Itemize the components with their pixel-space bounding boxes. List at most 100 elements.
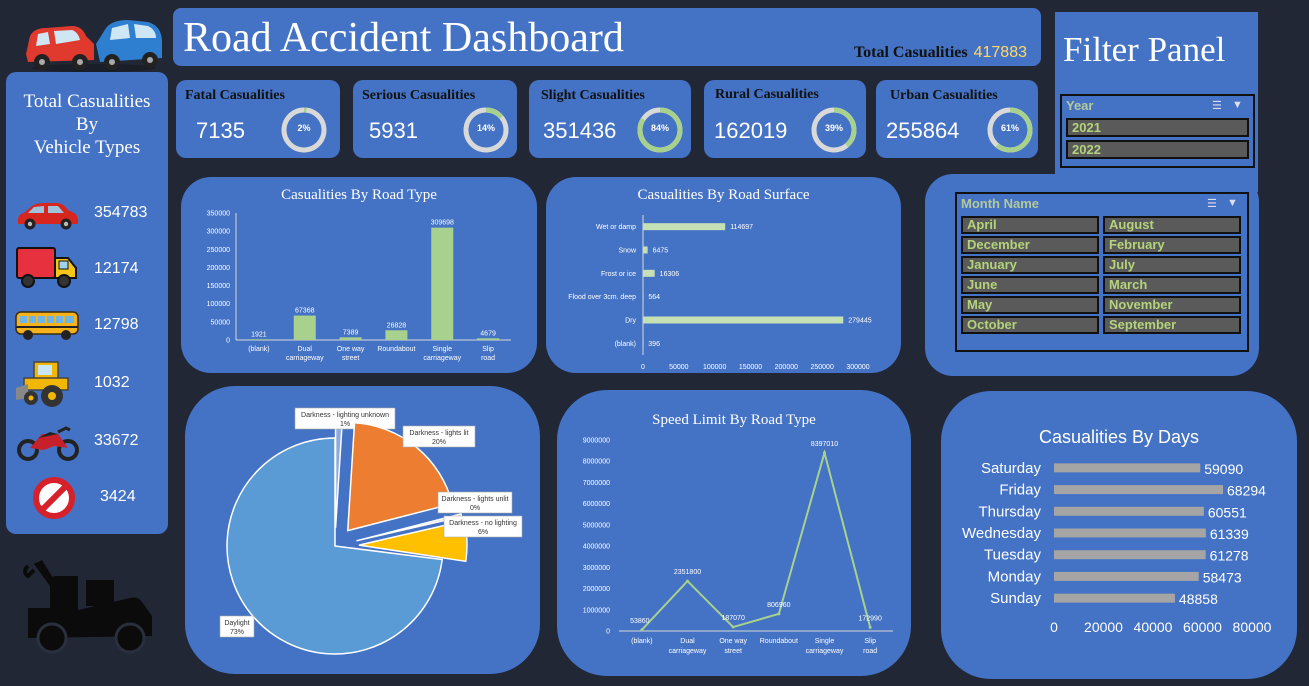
month-option-october[interactable]: October [961, 316, 1099, 334]
slice-label: Daylight [224, 620, 249, 627]
month-option-may[interactable]: May [961, 296, 1099, 314]
y-tick-label: Dry [625, 318, 636, 325]
bar [385, 330, 408, 340]
slice-value: 0% [470, 505, 480, 512]
kpi-label: Rural Casualities [715, 87, 819, 102]
data-point [731, 625, 735, 629]
title-bar: Road Accident Dashboard Total Casualitie… [173, 8, 1041, 66]
y-tick-label: 9000000 [583, 438, 610, 445]
y-tick-label: 8000000 [583, 459, 610, 466]
slice-label: Darkness - lights unlit [442, 496, 509, 503]
data-label: 48858 [1179, 591, 1218, 607]
data-label: 279445 [848, 318, 871, 325]
x-tick-label: 100000 [703, 364, 726, 371]
month-option-march[interactable]: March [1103, 276, 1241, 294]
y-tick-label: 2000000 [583, 586, 610, 593]
x-tick-label: carriageway [423, 355, 461, 362]
filter-panel: Filter Panel Year ☰ ▼ 2021 2022 [1055, 12, 1258, 192]
kpi-value: 5931 [369, 118, 418, 143]
month-option-july[interactable]: July [1103, 256, 1241, 274]
data-label: 68294 [1227, 483, 1266, 499]
y-tick-label: 5000000 [583, 522, 610, 529]
x-tick-label: Single [815, 638, 835, 645]
month-slicer: Month Name ☰ ▼ April August December Februa… [955, 192, 1249, 352]
vehicle-title-line3: Vehicle Types [33, 137, 141, 158]
y-tick-label: 1000000 [583, 607, 610, 614]
data-label: 61339 [1210, 526, 1249, 542]
bar [477, 338, 500, 340]
tractor-icon [16, 361, 69, 407]
y-tick-label: 200000 [207, 265, 230, 272]
y-tick-label: 50000 [211, 319, 231, 326]
vehicle-count: 1032 [94, 374, 130, 391]
x-tick-label: 60000 [1183, 619, 1222, 635]
x-tick-label: 150000 [739, 364, 762, 371]
kpi-value: 255864 [886, 118, 960, 143]
road-type-bar-chart: 0 50000 100000 150000 200000 250000 300000 3500… [207, 211, 511, 362]
year-option-2022[interactable]: 2022 [1066, 140, 1249, 159]
bar [339, 337, 362, 340]
bar [431, 227, 454, 340]
vehicle-count: 354783 [94, 204, 148, 221]
month-option-september[interactable]: September [1103, 316, 1241, 334]
data-label: 2351800 [674, 569, 701, 576]
x-tick-label: Roundabout [377, 346, 415, 353]
x-tick-label: Single [433, 346, 453, 353]
clear-filter-icon[interactable]: ▼ [1232, 99, 1243, 111]
month-option-december[interactable]: December [961, 236, 1099, 254]
x-tick-label: Slip [482, 346, 494, 353]
data-label: 61278 [1210, 548, 1249, 564]
y-tick-label: Sunday [990, 590, 1041, 607]
y-tick-label: 0 [226, 338, 230, 345]
month-option-april[interactable]: April [961, 216, 1099, 234]
kpi-percent: 2% [297, 123, 311, 133]
speed-limit-chart-panel: Speed Limit By Road Type 0 1000000 2000000… [557, 390, 911, 676]
multi-select-icon[interactable]: ☰ [1212, 99, 1222, 112]
y-tick-label: 7000000 [583, 480, 610, 487]
bar [1054, 528, 1206, 538]
x-tick-label: street [724, 648, 742, 655]
month-option-august[interactable]: August [1103, 216, 1241, 234]
vehicle-row-other: 3424 [6, 476, 168, 520]
car-icon [18, 203, 78, 230]
bar [643, 246, 648, 254]
x-tick-label: street [342, 355, 360, 362]
year-option-2021[interactable]: 2021 [1066, 118, 1249, 137]
y-tick-label: 3000000 [583, 565, 610, 572]
road-surface-chart-panel: Casualities By Road Surface 0 50000 100000… [546, 177, 901, 373]
data-point [823, 451, 826, 455]
month-option-june[interactable]: June [961, 276, 1099, 294]
truck-icon [16, 247, 77, 288]
y-tick-label: 4000000 [583, 544, 610, 551]
x-tick-label: 0 [1050, 619, 1058, 635]
y-tick-label: Friday [999, 482, 1041, 499]
kpi-card-serious: Serious Casualities 5931 14% [353, 80, 517, 158]
vehicle-types-title: Total Casualities By Vehicle Types [6, 90, 168, 159]
month-option-november[interactable]: November [1103, 296, 1241, 314]
motorcycle-icon [17, 426, 79, 461]
data-label: 8397010 [811, 441, 838, 448]
data-label: 309698 [431, 220, 454, 227]
filter-panel-title: Filter Panel [1063, 30, 1226, 69]
month-option-january[interactable]: January [961, 256, 1099, 274]
tow-truck-icon [20, 558, 156, 658]
x-tick-label: carriageway [669, 648, 707, 655]
data-label: 396 [648, 341, 660, 348]
road-type-chart-panel: Casualities By Road Type 0 50000 100000 150… [181, 177, 537, 373]
bar [1054, 550, 1206, 560]
light-conditions-chart-panel: Daylight 73% Darkness - lighting unknown 1%… [185, 386, 540, 674]
y-tick-label: 6000000 [583, 501, 610, 508]
kpi-label: Serious Casualities [362, 88, 476, 103]
y-tick-label: Snow [618, 248, 636, 255]
kpi-card-slight: Slight Casualities 351436 84% [529, 80, 691, 158]
multi-select-icon[interactable]: ☰ [1207, 197, 1217, 210]
vehicle-title-line1: Total Casualities [23, 91, 151, 112]
y-tick-label: Thursday [978, 503, 1041, 520]
kpi-card-fatal: Fatal Casualities 7135 2% [176, 80, 340, 158]
clear-filter-icon[interactable]: ▼ [1227, 197, 1238, 209]
x-tick-label: One way [337, 346, 365, 353]
bar [247, 339, 270, 340]
month-option-february[interactable]: February [1103, 236, 1241, 254]
x-tick-label: Dual [298, 346, 313, 353]
data-label: 4679 [480, 330, 496, 337]
